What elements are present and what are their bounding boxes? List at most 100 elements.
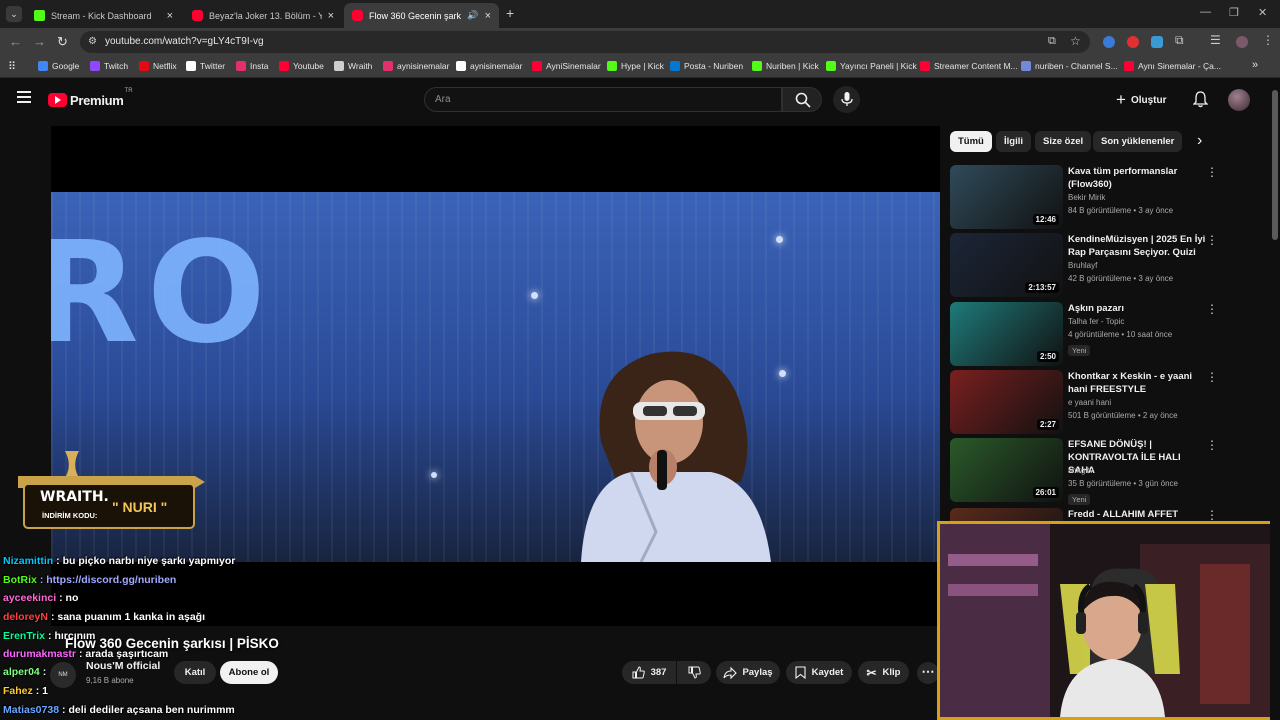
- chevron-right-icon[interactable]: ›: [1197, 132, 1202, 150]
- recommendation-item[interactable]: 2:27 Khontkar x Keskin - e yaani hani FRE…: [950, 370, 1225, 434]
- tab-list-icon[interactable]: ⌄: [6, 6, 22, 22]
- more-options-icon[interactable]: ⋮: [1206, 370, 1218, 384]
- bookmarks-overflow-icon[interactable]: »: [1252, 59, 1258, 71]
- more-actions-icon[interactable]: ⋯: [917, 662, 939, 684]
- more-options-icon[interactable]: ⋮: [1206, 302, 1218, 316]
- join-button[interactable]: Katıl: [174, 661, 216, 684]
- bookmark-item[interactable]: Posta - Nuriben: [670, 61, 743, 71]
- close-tab-icon[interactable]: ×: [485, 10, 491, 22]
- bookmark-item[interactable]: Netflix: [139, 61, 177, 71]
- page-scrollbar[interactable]: [1270, 78, 1280, 720]
- video-thumbnail[interactable]: 2:50: [950, 302, 1063, 366]
- bookmark-item[interactable]: Yayıncı Paneli | Kick: [826, 61, 917, 71]
- bookmark-star-icon[interactable]: ☆: [1070, 34, 1081, 48]
- bookmark-item[interactable]: AyniSinemalar: [532, 61, 601, 71]
- recommendation-item[interactable]: 26:01 EFSANE DÖNÜŞ! | KONTRAVOLTA İLE HAL…: [950, 438, 1225, 505]
- recommendation-channel[interactable]: Talha fer - Topic: [1068, 317, 1124, 326]
- more-options-icon[interactable]: ⋮: [1206, 233, 1218, 247]
- bookmark-item[interactable]: Wraith: [334, 61, 372, 71]
- tab-beyazla-joker[interactable]: Beyaz'la Joker 13. Bölüm - YouT ×: [184, 3, 342, 28]
- video-thumbnail[interactable]: 2:13:57: [950, 233, 1063, 297]
- dislike-button[interactable]: [677, 661, 711, 684]
- extension-icon[interactable]: [1151, 36, 1163, 48]
- site-info-icon[interactable]: ⚙: [88, 36, 97, 47]
- bookmark-item[interactable]: Google: [38, 61, 79, 71]
- extension-icon[interactable]: [1127, 36, 1139, 48]
- create-button[interactable]: + Oluştur: [1116, 89, 1167, 111]
- recommendation-title[interactable]: Kava tüm performanslar (Flow360): [1068, 165, 1208, 191]
- bookmark-item[interactable]: nuriben - Channel S...: [1021, 61, 1118, 71]
- video-duration: 2:50: [1036, 351, 1059, 362]
- browser-menu-icon[interactable]: ⋮: [1262, 33, 1274, 47]
- install-icon[interactable]: ⧉: [1048, 35, 1056, 48]
- scrollbar-thumb[interactable]: [1272, 90, 1278, 240]
- address-bar[interactable]: ⚙ youtube.com/watch?v=gLY4cT9I-vg ⧉ ☆: [80, 31, 1090, 53]
- recommendation-channel[interactable]: smtgltv: [1068, 466, 1093, 475]
- account-avatar[interactable]: [1228, 89, 1250, 111]
- tab-flow-360[interactable]: Flow 360 Gecenin şarkısı | P 🔊 ×: [344, 3, 499, 28]
- channel-name[interactable]: Nous'M official: [86, 660, 160, 672]
- extension-icon[interactable]: [1103, 36, 1115, 48]
- more-options-icon[interactable]: ⋮: [1206, 508, 1218, 522]
- bookmark-item[interactable]: Streamer Content M...: [920, 61, 1018, 71]
- create-label: Oluştur: [1130, 94, 1167, 106]
- search-button[interactable]: [782, 87, 822, 112]
- restore-icon[interactable]: ❐: [1229, 6, 1239, 19]
- recommendation-item[interactable]: 2:13:57 KendineMüzisyen | 2025 En İyi Rap…: [950, 233, 1225, 297]
- chip-related[interactable]: İlgili: [996, 131, 1031, 152]
- bookmark-item[interactable]: Youtube: [279, 61, 324, 71]
- video-thumbnail[interactable]: 12:46: [950, 165, 1063, 229]
- minimize-icon[interactable]: —: [1200, 6, 1211, 18]
- video-thumbnail[interactable]: 26:01: [950, 438, 1063, 502]
- recommendation-title[interactable]: Fredd - ALLAHIM AFFET: [1068, 508, 1208, 521]
- recommendation-channel[interactable]: e yaani hani: [1068, 398, 1111, 407]
- bookmark-item[interactable]: Twitter: [186, 61, 225, 71]
- chip-all[interactable]: Tümü: [950, 131, 992, 152]
- close-window-icon[interactable]: ✕: [1258, 6, 1267, 19]
- chat-message: BotRix: https://discord.gg/nuriben: [3, 574, 176, 586]
- bell-icon[interactable]: [1193, 91, 1208, 108]
- channel-avatar[interactable]: NM: [50, 662, 76, 688]
- clip-button[interactable]: ✂ Klip: [858, 661, 909, 684]
- chip-recent[interactable]: Son yüklenenler: [1093, 131, 1183, 152]
- like-button[interactable]: 387: [622, 661, 676, 684]
- video-thumbnail[interactable]: 2:27: [950, 370, 1063, 434]
- save-button[interactable]: Kaydet: [786, 661, 852, 684]
- share-button[interactable]: Paylaş: [716, 661, 780, 684]
- profile-avatar[interactable]: [1236, 36, 1248, 48]
- bookmark-item[interactable]: Nuriben | Kick: [752, 61, 819, 71]
- recommendation-title[interactable]: Khontkar x Keskin - e yaani hani FREESTY…: [1068, 370, 1208, 396]
- reload-icon[interactable]: ↻: [57, 34, 68, 50]
- youtube-logo[interactable]: Premium TR: [48, 88, 133, 109]
- bookmark-item[interactable]: Insta: [236, 61, 268, 71]
- reading-list-icon[interactable]: ☰: [1210, 33, 1221, 47]
- close-tab-icon[interactable]: ×: [167, 10, 173, 22]
- bookmark-item[interactable]: Hype | Kick: [607, 61, 664, 71]
- recommendation-title[interactable]: KendineMüzisyen | 2025 En İyi Rap Parças…: [1068, 233, 1208, 259]
- back-icon[interactable]: ←: [9, 34, 22, 49]
- forward-icon[interactable]: →: [33, 34, 46, 49]
- recommendation-channel[interactable]: Bekir Mirik: [1068, 193, 1105, 202]
- menu-icon[interactable]: [17, 91, 31, 103]
- recommendation-item[interactable]: 2:50 Aşkın pazarı Talha fer - Topic 4 görün…: [950, 302, 1225, 366]
- tab-kick-dashboard[interactable]: Stream - Kick Dashboard ×: [26, 3, 181, 28]
- new-tab-icon[interactable]: +: [506, 5, 514, 21]
- bookmark-item[interactable]: Aynı Sinemalar - Ça...: [1124, 61, 1221, 71]
- more-options-icon[interactable]: ⋮: [1206, 438, 1218, 452]
- video-player[interactable]: RO: [51, 126, 940, 626]
- recommendation-channel[interactable]: Bruhlayf: [1068, 261, 1097, 270]
- bookmark-item[interactable]: Twitch: [90, 61, 128, 71]
- voice-search-button[interactable]: [833, 86, 860, 113]
- extensions-puzzle-icon[interactable]: ⧉: [1175, 33, 1184, 48]
- speaker-icon[interactable]: 🔊: [467, 10, 478, 21]
- more-options-icon[interactable]: ⋮: [1206, 165, 1218, 179]
- apps-grid-icon[interactable]: ⠿: [8, 60, 16, 73]
- chip-for-you[interactable]: Size özel: [1035, 131, 1092, 152]
- close-tab-icon[interactable]: ×: [328, 10, 334, 22]
- recommendation-item[interactable]: 12:46 Kava tüm performanslar (Flow360) Bek…: [950, 165, 1225, 229]
- bookmark-item[interactable]: aynisinemalar: [383, 61, 449, 71]
- bookmark-item[interactable]: aynisinemalar: [456, 61, 522, 71]
- recommendation-title[interactable]: Aşkın pazarı: [1068, 302, 1208, 315]
- subscribe-button[interactable]: Abone ol: [220, 661, 278, 684]
- search-input[interactable]: Ara: [424, 87, 782, 112]
